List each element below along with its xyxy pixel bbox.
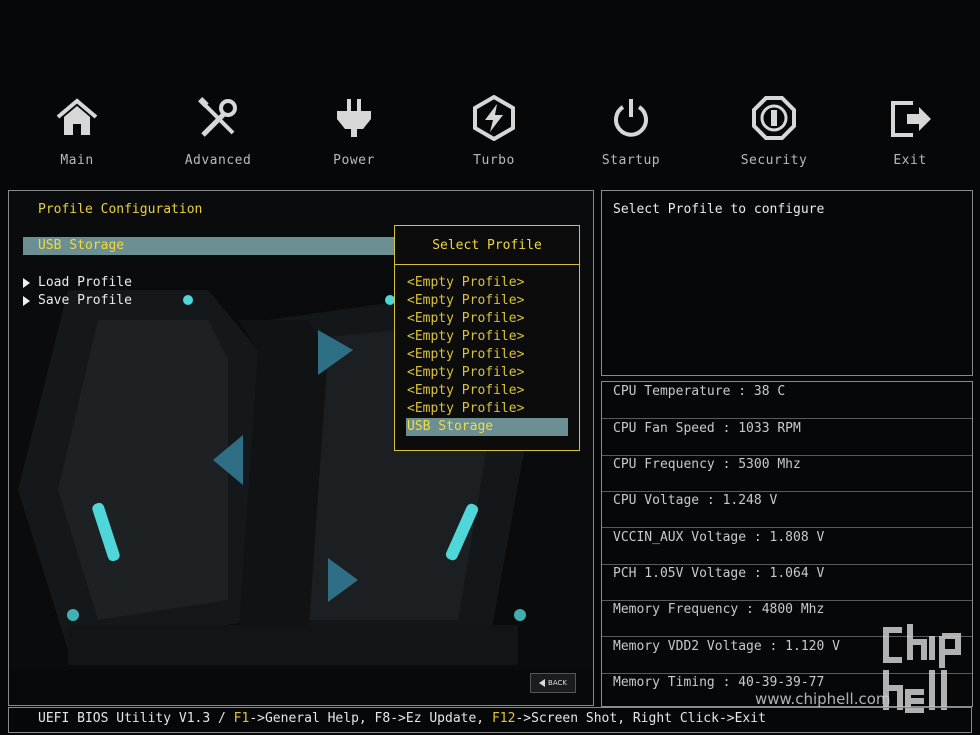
status-text: UEFI BIOS Utility V1.3 / F1->General Hel… bbox=[38, 711, 766, 726]
back-arrow-icon bbox=[539, 679, 546, 687]
status-bar: UEFI BIOS Utility V1.3 / F1->General Hel… bbox=[8, 707, 972, 733]
cpu-temperature: CPU Temperature : 38 C bbox=[613, 384, 786, 399]
usb-storage-label: USB Storage bbox=[38, 238, 125, 253]
hw-row: CPU Frequency : 5300 Mhz bbox=[602, 455, 972, 492]
exit-icon bbox=[891, 101, 931, 137]
help-text: Select Profile to configure bbox=[613, 202, 825, 217]
status-part3: ->Screen Shot, Right Click->Exit bbox=[515, 711, 766, 726]
popup-option[interactable]: <Empty Profile> bbox=[407, 292, 524, 310]
memory-vdd2-voltage: Memory VDD2 Voltage : 1.120 V bbox=[613, 639, 840, 654]
select-profile-popup: Select Profile <Empty Profile> <Empty Pr… bbox=[394, 225, 580, 451]
nav-security[interactable]: Security bbox=[724, 95, 824, 168]
pch-voltage: PCH 1.05V Voltage : 1.064 V bbox=[613, 566, 825, 581]
back-button-label: BACK bbox=[548, 679, 567, 687]
top-nav: Main Advanced Power Turbo Startup Securi… bbox=[0, 95, 980, 185]
help-panel: Select Profile to configure bbox=[601, 190, 973, 376]
vccin-aux-voltage: VCCIN_AUX Voltage : 1.808 V bbox=[613, 530, 825, 545]
hw-row: PCH 1.05V Voltage : 1.064 V bbox=[602, 564, 972, 601]
popup-option[interactable]: <Empty Profile> bbox=[407, 346, 524, 364]
power-plug-icon bbox=[337, 99, 371, 137]
popup-title: Select Profile bbox=[395, 226, 579, 265]
home-icon bbox=[56, 98, 98, 135]
memory-frequency: Memory Frequency : 4800 Mhz bbox=[613, 602, 825, 617]
hw-row: CPU Temperature : 38 C bbox=[602, 382, 972, 419]
submenu-arrow-icon bbox=[23, 277, 30, 288]
popup-option[interactable]: <Empty Profile> bbox=[407, 364, 524, 382]
cpu-frequency: CPU Frequency : 5300 Mhz bbox=[613, 457, 801, 472]
cpu-fan-speed: CPU Fan Speed : 1033 RPM bbox=[613, 421, 801, 436]
load-profile-item[interactable]: Load Profile bbox=[23, 275, 132, 290]
nav-label-main: Main bbox=[60, 153, 94, 168]
nav-label-turbo: Turbo bbox=[473, 153, 515, 168]
hw-row: CPU Fan Speed : 1033 RPM bbox=[602, 419, 972, 456]
nav-startup[interactable]: Startup bbox=[581, 95, 681, 168]
startup-power-icon bbox=[614, 99, 648, 137]
key-f1: F1 bbox=[233, 711, 250, 726]
status-part2: ->General Help, F8->Ez Update, bbox=[249, 711, 492, 726]
popup-option[interactable]: <Empty Profile> bbox=[407, 328, 524, 346]
status-prefix: UEFI BIOS Utility V1.3 / bbox=[38, 711, 234, 726]
chiphell-logo bbox=[883, 624, 961, 713]
nav-label-exit: Exit bbox=[893, 153, 927, 168]
save-profile-item[interactable]: Save Profile bbox=[23, 293, 132, 308]
section-heading: Profile Configuration bbox=[38, 202, 203, 217]
cpu-voltage: CPU Voltage : 1.248 V bbox=[613, 493, 778, 508]
nav-label-security: Security bbox=[740, 153, 808, 168]
nav-label-startup: Startup bbox=[601, 153, 661, 168]
load-profile-label: Load Profile bbox=[38, 275, 132, 290]
usb-storage-item[interactable]: USB Storage bbox=[23, 237, 403, 255]
nav-advanced[interactable]: Advanced bbox=[168, 95, 268, 168]
save-profile-label: Save Profile bbox=[38, 293, 132, 308]
hw-row: VCCIN_AUX Voltage : 1.808 V bbox=[602, 528, 972, 565]
back-button[interactable]: BACK bbox=[530, 673, 576, 693]
popup-option-selected[interactable]: USB Storage bbox=[406, 418, 568, 436]
popup-option[interactable]: <Empty Profile> bbox=[407, 274, 524, 292]
nav-exit[interactable]: Exit bbox=[860, 95, 960, 168]
nav-main[interactable]: Main bbox=[27, 95, 127, 168]
hw-row: CPU Voltage : 1.248 V bbox=[602, 491, 972, 528]
memory-timing: Memory Timing : 40-39-39-77 bbox=[613, 675, 825, 690]
nav-label-advanced: Advanced bbox=[184, 153, 252, 168]
key-f12: F12 bbox=[491, 711, 516, 726]
security-shield-icon bbox=[752, 96, 796, 140]
popup-option[interactable]: <Empty Profile> bbox=[407, 382, 524, 400]
watermark-url: www.chiphell.com bbox=[755, 690, 891, 708]
popup-option[interactable]: <Empty Profile> bbox=[407, 310, 524, 328]
nav-power[interactable]: Power bbox=[304, 95, 404, 168]
nav-label-power: Power bbox=[333, 153, 375, 168]
turbo-bolt-icon bbox=[473, 95, 515, 141]
nav-turbo[interactable]: Turbo bbox=[444, 95, 544, 168]
submenu-arrow-icon bbox=[23, 295, 30, 306]
tools-icon bbox=[198, 97, 237, 137]
popup-option[interactable]: <Empty Profile> bbox=[407, 400, 524, 418]
